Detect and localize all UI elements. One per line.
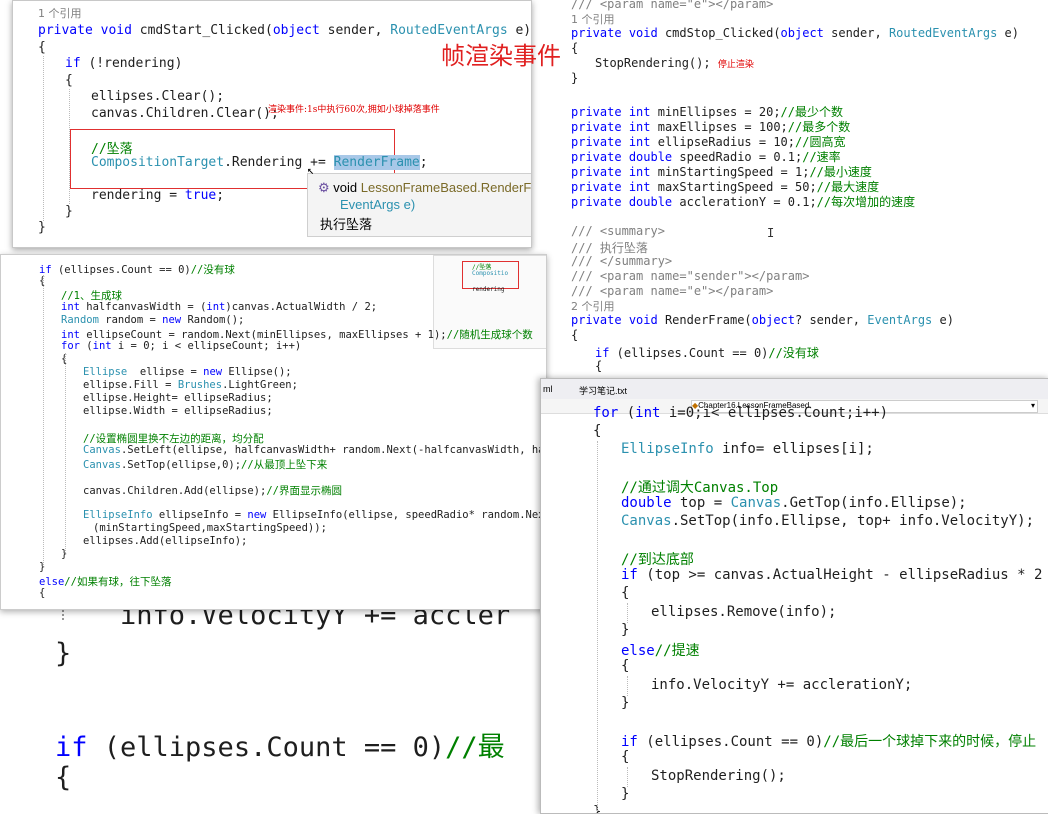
field-declaration: private double acclerationY = 0.1;//每次增加… <box>571 195 916 209</box>
brace: { <box>39 587 46 599</box>
reference-count[interactable]: 2 个引用 <box>571 298 615 314</box>
else-line: else//如果有球，往下坠落 <box>39 576 172 588</box>
summary-open: /// <summary> <box>571 224 665 238</box>
stop-rendering-call: StopRendering(); 停止渲染 <box>595 56 754 70</box>
ellipses-clear: ellipses.Clear(); <box>91 89 225 104</box>
ellipse-height-line: ellipse.Height= ellipseRadius; <box>83 392 273 404</box>
method-signature-stop: private void cmdStop_Clicked(object send… <box>571 26 1019 40</box>
get-top-line: double top = Canvas.GetTop(info.Ellipse)… <box>621 495 967 511</box>
text-cursor-icon: I <box>767 226 775 240</box>
renderframe-selection[interactable]: RenderFrame <box>333 155 420 170</box>
brace: { <box>571 328 579 342</box>
for-loop-line: for (int i = 0; i < ellipseCount; i++) <box>61 340 302 352</box>
brace: } <box>65 204 73 219</box>
brace: } <box>571 71 579 85</box>
comment-bottom: //到达底部 <box>621 552 694 568</box>
tab-xaml[interactable]: ml <box>543 384 553 394</box>
setleft-line: Canvas.SetLeft(ellipse, halfcanvasWidth+… <box>83 444 546 456</box>
tooltip-signature: ⚙ void LessonFrameBased.RenderFr <box>318 180 532 195</box>
zoom-line-close-brace: } <box>55 638 72 669</box>
else-line: else//提速 <box>621 643 700 659</box>
chevron-down-icon: ▾ <box>1030 401 1035 410</box>
code-editor-renderframe-loop[interactable]: ml 学习笔记.txt ◆Chapter16.LessonFrameBased ▾… <box>540 378 1048 814</box>
code-editor-fields[interactable]: /// <param name="e"></param> 1 个引用 priva… <box>533 0 1048 390</box>
brace: } <box>38 220 46 235</box>
brace: { <box>595 359 603 373</box>
brace: } <box>621 786 630 802</box>
brace: { <box>593 423 602 439</box>
remove-line: ellipses.Remove(info); <box>651 604 837 620</box>
method-signature-renderframe: private void RenderFrame(object? sender,… <box>571 313 954 327</box>
reference-count[interactable]: 1 个引用 <box>38 5 82 21</box>
mouse-pointer-icon: ↖ <box>307 163 315 177</box>
ellipse-info-line: EllipseInfo ellipseInfo = new EllipseInf… <box>83 509 547 521</box>
if-no-ball: if (ellipses.Count == 0)//没有球 <box>595 346 819 360</box>
set-top-line: Canvas.SetTop(info.Ellipse, top+ info.Ve… <box>621 513 1035 529</box>
canvas-clear: canvas.Children.Clear(); <box>91 106 279 121</box>
tooltip-summary: 执行坠落 <box>320 217 373 232</box>
half-width-line: int halfcanvasWidth = (int)canvas.Actual… <box>61 301 378 313</box>
method-icon: ⚙ <box>318 180 330 195</box>
brace: { <box>621 585 630 601</box>
zoom-line-open-brace: { <box>55 762 72 793</box>
velocity-line: info.VelocityY += acclerationY; <box>651 677 913 693</box>
tab-bar: ml 学习笔记.txt <box>541 379 1048 400</box>
code-editor-generate[interactable]: //坠落 Compositio rendering if (ellipses.C… <box>0 254 547 610</box>
if-last-ball-line: if (ellipses.Count == 0)//最后一个球掉下来的时候，停止 <box>621 734 1037 750</box>
random-line: Random random = new Random(); <box>61 314 245 326</box>
new-ellipse-line: Ellipse ellipse = new Ellipse(); <box>83 366 292 378</box>
settop-line: Canvas.SetTop(ellipse,0);//从最顶上坠下来 <box>83 459 328 471</box>
children-add-line: canvas.Children.Add(ellipse);//界面显示椭圆 <box>83 485 342 497</box>
brace: { <box>621 658 630 674</box>
rendering-true: rendering = true; <box>91 188 225 203</box>
if-count-zero: if (ellipses.Count == 0)//没有球 <box>39 264 235 276</box>
tab-study-notes[interactable]: 学习笔记.txt <box>579 384 627 397</box>
brace: { <box>571 41 579 55</box>
brace: } <box>621 622 630 638</box>
ellipse-info-args: (minStartingSpeed,maxStartingSpeed)); <box>93 522 327 534</box>
comment-top: //通过调大Canvas.Top <box>621 480 779 496</box>
ellipses-add-line: ellipses.Add(ellipseInfo); <box>83 535 248 547</box>
ellipse-fill-line: ellipse.Fill = Brushes.LightGreen; <box>83 379 298 391</box>
ellipse-width-line: ellipse.Width = ellipseRadius; <box>83 405 273 417</box>
tooltip-params: EventArgs e) <box>340 197 416 212</box>
summary-close: /// </summary> <box>571 254 673 268</box>
if-bottom-line: if (top >= canvas.ActualHeight - ellipse… <box>621 567 1048 583</box>
stop-note: 停止渲染 <box>717 60 754 70</box>
composition-target-line: CompositionTarget.Rendering += RenderFra… <box>91 155 428 170</box>
brace: { <box>65 73 73 88</box>
stop-rendering-call: StopRendering(); <box>651 768 786 784</box>
zoomed-code-fragment: info.VelocityY += accler } if (ellipses.… <box>0 590 545 812</box>
brace: { <box>621 749 630 765</box>
doc-comment-line: /// <param name="e"></param> <box>571 0 774 11</box>
param-sender: /// <param name="sender"></param> <box>571 269 810 283</box>
zoom-if-comment: //最 <box>445 732 505 763</box>
quickinfo-tooltip: ⚙ void LessonFrameBased.RenderFr EventAr… <box>307 173 532 237</box>
for-loop-line: for (int i=0;i< ellipses.Count;i++) <box>593 405 889 421</box>
zoom-if-condition: (ellipses.Count == 0) <box>87 732 446 763</box>
brace: { <box>38 40 46 55</box>
overlay-title: 帧渲染事件 <box>441 42 561 70</box>
param-e: /// <param name="e"></param> <box>571 284 774 298</box>
zoom-line-if: if (ellipses.Count == 0)//最 <box>55 725 505 764</box>
annotation-note: 渲染事件:1s中执行60次,拥如小球掉落事件 <box>268 105 440 115</box>
ellipse-info-assign: EllipseInfo info= ellipses[i]; <box>621 441 874 457</box>
brace: } <box>621 695 630 711</box>
zoom-if-keyword: if <box>55 732 88 763</box>
reference-count[interactable]: 1 个引用 <box>571 11 615 27</box>
if-not-rendering: if (!rendering) <box>65 56 183 71</box>
